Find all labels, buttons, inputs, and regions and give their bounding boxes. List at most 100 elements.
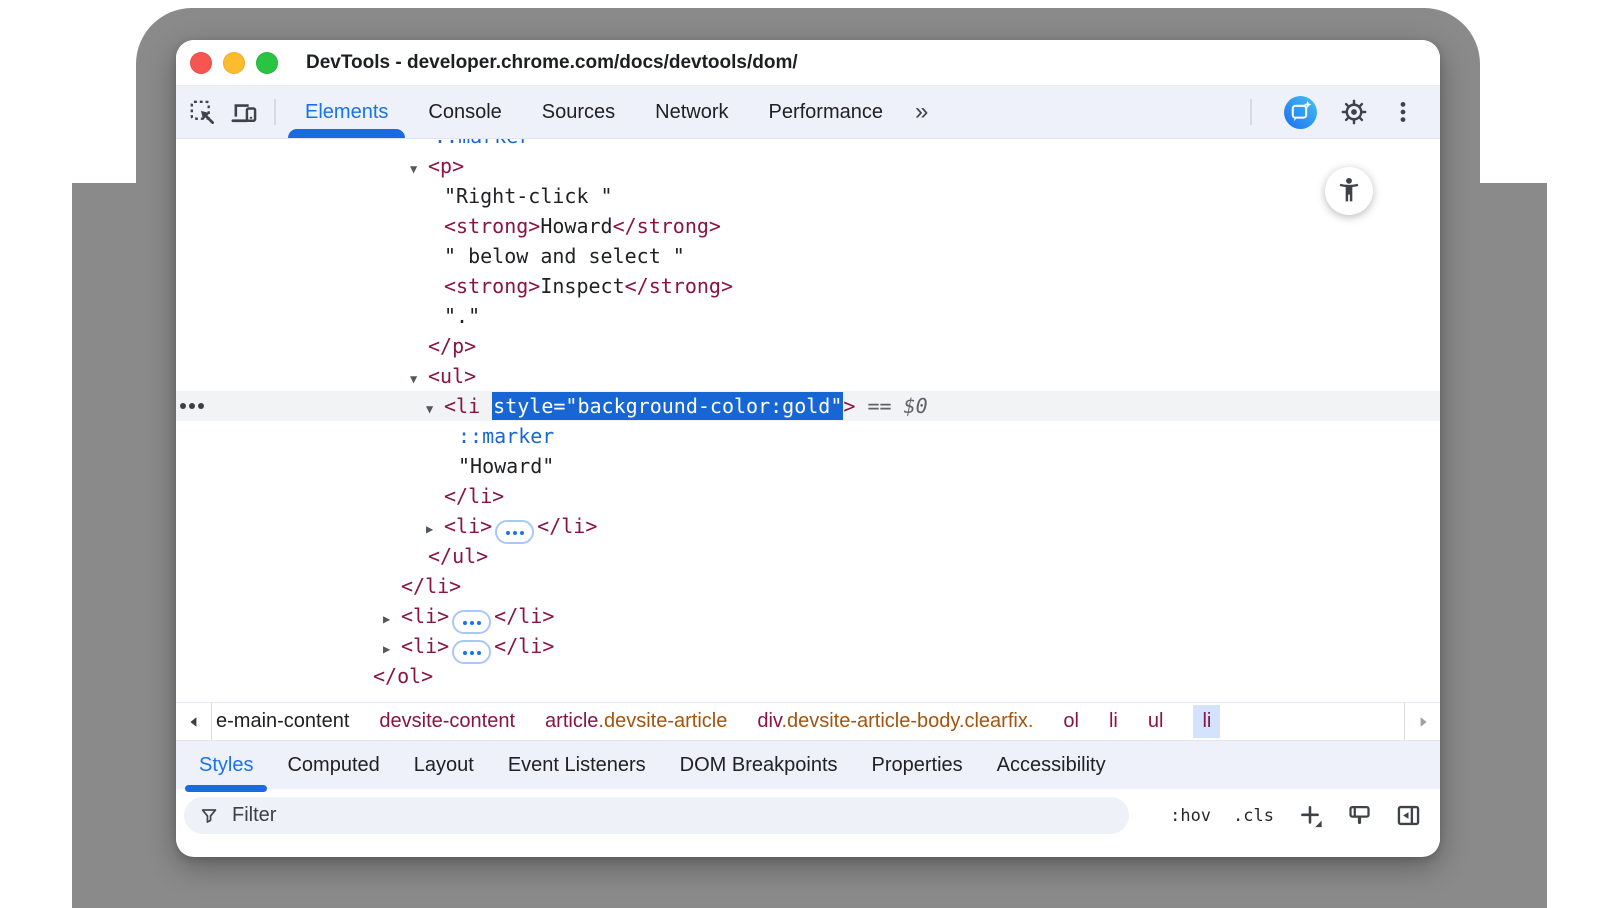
- collapse-arrow-icon[interactable]: ▼: [410, 364, 428, 394]
- tab-network[interactable]: Network: [635, 86, 748, 138]
- dom-tree-row-selected[interactable]: ▼<li style="background-color:gold"> == $…: [176, 391, 1440, 421]
- rendering-brush-icon[interactable]: [1346, 802, 1373, 829]
- tab-performance[interactable]: Performance: [749, 86, 904, 138]
- dom-tree-row[interactable]: ".": [176, 301, 1440, 331]
- dom-token-tag: </ul>: [428, 544, 488, 568]
- filter-input[interactable]: [230, 803, 1115, 828]
- panel-tab-layout[interactable]: Layout: [397, 741, 491, 789]
- breadcrumb-item[interactable]: div.devsite-article-body.clearfix.: [757, 710, 1033, 733]
- breadcrumb-item[interactable]: li: [1193, 705, 1220, 738]
- panel-tab-event-listeners[interactable]: Event Listeners: [491, 741, 663, 789]
- dom-token-tag: <strong>: [444, 214, 540, 238]
- elements-panel: ::marker▼<p>"Right-click "<strong>Howard…: [176, 139, 1440, 702]
- styles-filter-bar: :hov .cls: [176, 789, 1440, 842]
- breadcrumb-item[interactable]: li: [1109, 710, 1118, 733]
- zoom-button[interactable]: [256, 52, 278, 74]
- dom-tree-row[interactable]: ::marker: [176, 139, 1440, 151]
- minimize-button[interactable]: [223, 52, 245, 74]
- breadcrumb-item[interactable]: ul: [1148, 710, 1164, 733]
- expand-arrow-icon[interactable]: ▶: [426, 514, 444, 544]
- styles-pane-controls: :hov .cls: [1170, 802, 1422, 830]
- dom-tree-row[interactable]: "Howard": [176, 451, 1440, 481]
- toolbar-right-divider: [1250, 99, 1252, 125]
- dom-tree-row[interactable]: " below and select ": [176, 241, 1440, 271]
- customize-menu-icon[interactable]: [1390, 99, 1416, 125]
- dom-token-tag: </li>: [494, 634, 554, 658]
- new-style-rule-icon[interactable]: [1296, 802, 1324, 830]
- panel-tab-dom-breakpoints[interactable]: DOM Breakpoints: [663, 741, 855, 789]
- tab-sources[interactable]: Sources: [522, 86, 635, 138]
- breadcrumb-item[interactable]: e-main-content: [216, 710, 349, 733]
- dom-token-tag: </strong>: [625, 274, 733, 298]
- accessibility-overlay-button[interactable]: [1325, 167, 1373, 215]
- dom-tree-row[interactable]: ▼<ul>: [176, 361, 1440, 391]
- window-title: DevTools - developer.chrome.com/docs/dev…: [306, 52, 798, 74]
- dom-tree-row[interactable]: </p>: [176, 331, 1440, 361]
- dom-token-tag: <p>: [428, 154, 464, 178]
- tab-console[interactable]: Console: [408, 86, 521, 138]
- dom-tree-row[interactable]: ::marker: [176, 421, 1440, 451]
- dom-token-attr_sel: style="background-color:gold": [492, 392, 843, 420]
- more-tabs-icon[interactable]: »: [915, 98, 926, 126]
- window-controls: [176, 52, 278, 74]
- dom-token-tag: <li>: [401, 634, 449, 658]
- dom-tree-row[interactable]: </li>: [176, 571, 1440, 601]
- toolbar-tab-strip: ElementsConsoleSourcesNetworkPerformance: [285, 86, 903, 138]
- element-classes-button[interactable]: .cls: [1233, 806, 1274, 826]
- dom-tree-row[interactable]: ▼<p>: [176, 151, 1440, 181]
- collapse-arrow-icon[interactable]: ▼: [426, 394, 444, 424]
- dom-tree-row[interactable]: ▶<li></li>: [176, 601, 1440, 631]
- dom-token-tag: </p>: [428, 334, 476, 358]
- panel-tab-strip: StylesComputedLayoutEvent ListenersDOM B…: [176, 740, 1440, 789]
- dom-token-text: "Howard": [458, 454, 554, 478]
- dom-tree-row[interactable]: </ol>: [176, 661, 1440, 691]
- panel-tab-properties[interactable]: Properties: [855, 741, 980, 789]
- title-bar: DevTools - developer.chrome.com/docs/dev…: [176, 40, 1440, 86]
- dom-tree-row[interactable]: <strong>Inspect</strong>: [176, 271, 1440, 301]
- dom-token-text: ".": [444, 304, 480, 328]
- dom-tree-row[interactable]: "Right-click ": [176, 181, 1440, 211]
- dom-tree-row[interactable]: ▶<li> </li>: [176, 631, 1440, 661]
- filter-field[interactable]: [184, 797, 1129, 834]
- panel-tab-computed[interactable]: Computed: [270, 741, 396, 789]
- dom-tree-row[interactable]: </li>: [176, 481, 1440, 511]
- dom-token-tag: <li>: [444, 514, 492, 538]
- breadcrumb-item[interactable]: devsite-content: [379, 710, 515, 733]
- dom-token-tag: <strong>: [444, 274, 540, 298]
- dom-token-text: Howard: [540, 214, 612, 238]
- dom-token-tag: <li>: [401, 604, 449, 628]
- dom-token-text: "Right-click ": [444, 184, 613, 208]
- breadcrumb-item[interactable]: ol: [1063, 710, 1079, 733]
- toggle-sidebar-icon[interactable]: [1395, 802, 1422, 829]
- expand-arrow-icon[interactable]: ▶: [383, 634, 401, 664]
- panel-tab-styles[interactable]: Styles: [182, 741, 270, 789]
- dom-token-muted_italic: $0: [904, 394, 928, 418]
- breadcrumb-prev-icon: [188, 716, 200, 728]
- expand-arrow-icon[interactable]: ▶: [383, 604, 401, 634]
- collapse-arrow-icon[interactable]: ▼: [410, 154, 428, 184]
- panel-tab-accessibility[interactable]: Accessibility: [980, 741, 1123, 789]
- breadcrumb-item[interactable]: article.devsite-article: [545, 710, 727, 733]
- dom-token-tag: </li>: [444, 484, 504, 508]
- dom-token-tag: </li>: [401, 574, 461, 598]
- breadcrumb-prev-button[interactable]: [176, 703, 212, 740]
- dom-token-pseudo: ::marker: [434, 139, 530, 148]
- breadcrumb-next-button[interactable]: [1404, 703, 1440, 740]
- dom-tree-row[interactable]: </ul>: [176, 541, 1440, 571]
- settings-gear-icon[interactable]: [1340, 98, 1368, 126]
- dom-tree-row[interactable]: ▶<li> </li>: [176, 511, 1440, 541]
- dom-token-pseudo: ::marker: [458, 424, 554, 448]
- tab-elements[interactable]: Elements: [285, 86, 408, 138]
- toggle-device-toolbar-icon[interactable]: [230, 98, 258, 126]
- more-actions-dots[interactable]: [180, 403, 204, 409]
- close-button[interactable]: [190, 52, 212, 74]
- dom-tree: ::marker▼<p>"Right-click "<strong>Howard…: [176, 139, 1440, 691]
- ai-assistance-icon[interactable]: [1283, 95, 1318, 130]
- dom-token-text: " below and select ": [444, 244, 685, 268]
- toolbar-right-icons: [1241, 95, 1440, 130]
- toolbar-divider: [274, 99, 276, 125]
- inspect-element-icon[interactable]: [189, 99, 216, 126]
- toggle-element-state-button[interactable]: :hov: [1170, 806, 1211, 826]
- dom-tree-row[interactable]: <strong>Howard</strong>: [176, 211, 1440, 241]
- dom-token-tag: </li>: [537, 514, 597, 538]
